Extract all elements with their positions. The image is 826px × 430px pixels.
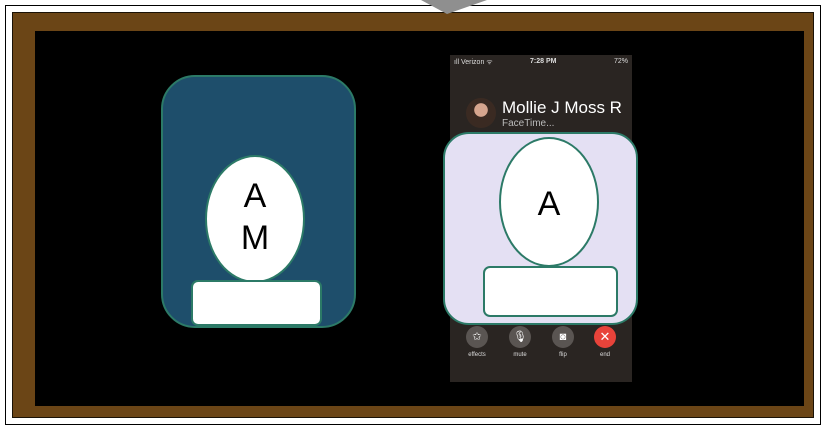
battery-level: 72% <box>613 58 628 65</box>
close-icon[interactable]: ✕ <box>594 326 616 348</box>
caller-subtitle: FaceTime... <box>502 118 555 129</box>
right-name-box <box>483 266 618 317</box>
mute-control[interactable]: 🎙 mute <box>503 326 537 358</box>
right-avatar-oval: A <box>499 137 599 267</box>
end-label: end <box>599 352 610 358</box>
mute-label: mute <box>513 352 527 358</box>
caller-avatar <box>466 98 496 128</box>
camera-icon[interactable]: ◙ <box>552 326 574 348</box>
left-name-box <box>191 280 322 326</box>
mic-icon[interactable]: 🎙 <box>509 326 531 348</box>
status-bar: ıll Verizon ᯤ 7:28 PM 72% <box>450 55 632 69</box>
left-avatar-oval: A M <box>205 155 305 283</box>
caller-name: Mollie J Moss R <box>502 98 622 117</box>
effects-control[interactable]: ✩ effects <box>460 326 494 358</box>
carrier-label: ıll Verizon ᯤ <box>454 59 493 66</box>
effects-label: effects <box>468 352 486 358</box>
status-time: 7:28 PM <box>530 58 557 65</box>
call-controls: ✩ effects 🎙 mute ◙ flip ✕ end <box>450 326 632 382</box>
star-icon[interactable]: ✩ <box>466 326 488 348</box>
initial-first: A <box>243 177 267 215</box>
arrow-tip <box>421 0 487 14</box>
flip-label: flip <box>559 352 567 358</box>
initial-second: M <box>240 219 270 257</box>
flip-control[interactable]: ◙ flip <box>546 326 580 358</box>
blackboard <box>35 31 804 406</box>
end-control[interactable]: ✕ end <box>588 326 622 358</box>
